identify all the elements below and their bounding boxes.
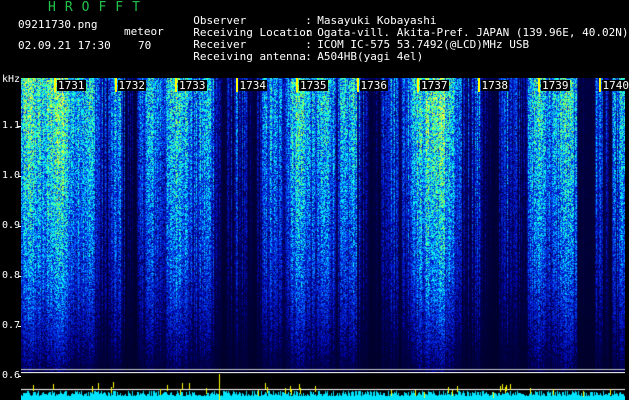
file-name: 09211730.png: [18, 18, 98, 31]
capture-type: meteor: [124, 25, 164, 38]
minute-marker: [54, 78, 56, 92]
minute-marker: [477, 78, 480, 92]
minute-marker: [114, 78, 117, 92]
freq-tick: [18, 326, 21, 327]
date-time: 02.09.21 17:30: [18, 39, 111, 52]
freq-tick: [18, 176, 21, 177]
minute-marker: [417, 78, 419, 92]
minute-label: 1734: [238, 79, 267, 92]
minute-label: 1738: [480, 79, 509, 92]
minute-marker: [356, 78, 359, 92]
frequency-unit: kHz: [2, 74, 21, 85]
minute-marker: [235, 78, 238, 92]
hrofft-title: HROFFT: [48, 0, 149, 15]
spectrogram: [21, 78, 625, 372]
freq-tick: [18, 226, 21, 227]
minute-marker: [175, 78, 177, 92]
minute-marker: [296, 78, 298, 92]
minute-label: 1740: [601, 79, 629, 92]
minute-label: 1731: [57, 79, 86, 92]
minute-marker: [598, 78, 601, 92]
echo-count: 70: [138, 39, 152, 52]
signal-strip: [21, 372, 625, 400]
minute-label: 1736: [359, 79, 388, 92]
minute-label: 1737: [420, 79, 449, 92]
freq-tick: [18, 276, 21, 277]
freq-tick: [18, 376, 21, 377]
freq-tick: [18, 126, 21, 127]
minute-label: 1739: [541, 79, 570, 92]
minute-marker: [538, 78, 540, 92]
meta-key: Receiving antenna: [193, 50, 306, 63]
minute-label: 1733: [178, 79, 207, 92]
meta-value: A504HB(yagi 4el): [317, 50, 424, 63]
minute-label: 1735: [299, 79, 328, 92]
meta-antenna: Receiving antenna: A504HB(yagi 4el): [193, 50, 424, 63]
minute-label: 1732: [117, 79, 146, 92]
